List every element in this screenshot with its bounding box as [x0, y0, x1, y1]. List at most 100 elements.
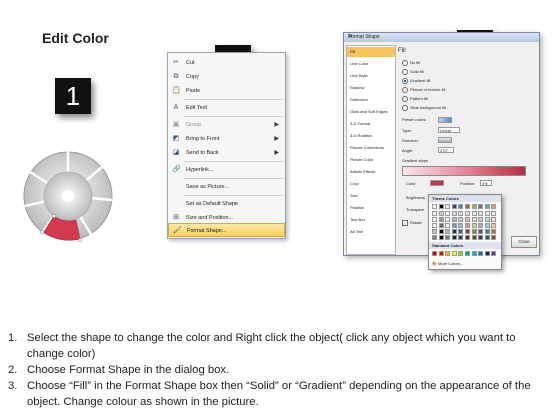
gradient-stops-bar[interactable]: [402, 166, 526, 176]
category-line-color[interactable]: Line Color: [347, 59, 395, 69]
color-swatch[interactable]: [465, 223, 470, 228]
color-swatch[interactable]: [432, 235, 437, 240]
color-swatch[interactable]: [471, 223, 477, 228]
type-dropdown[interactable]: Linear: [438, 127, 460, 133]
category-3d-format[interactable]: 3-D Format: [347, 119, 395, 129]
standard-color-swatch[interactable]: [471, 251, 477, 256]
color-dropdown[interactable]: [430, 180, 444, 186]
color-swatch[interactable]: [438, 211, 444, 216]
color-swatch[interactable]: [432, 217, 437, 222]
color-swatch[interactable]: [432, 229, 437, 234]
radio-no-fill[interactable]: No fill: [402, 60, 420, 66]
color-swatch[interactable]: [451, 211, 457, 216]
color-swatch[interactable]: [458, 211, 464, 216]
color-swatch[interactable]: [478, 217, 484, 222]
category-3d-rotation[interactable]: 3-D Rotation: [347, 131, 395, 141]
color-swatch[interactable]: [458, 235, 464, 240]
color-swatch[interactable]: [491, 217, 497, 222]
preset-colors-dropdown[interactable]: [438, 117, 452, 123]
standard-color-swatch[interactable]: [465, 251, 470, 256]
color-swatch[interactable]: [484, 229, 490, 234]
direction-dropdown[interactable]: [438, 137, 452, 143]
radio-slide-background-fill[interactable]: Slide background fill: [402, 105, 446, 111]
color-swatch[interactable]: [478, 235, 484, 240]
color-swatch[interactable]: [432, 223, 437, 228]
color-swatch[interactable]: [465, 204, 470, 209]
standard-color-swatch[interactable]: [445, 251, 451, 256]
color-swatch[interactable]: [451, 204, 457, 209]
color-swatch[interactable]: [432, 204, 437, 209]
color-swatch[interactable]: [438, 229, 444, 234]
radio-picture-fill[interactable]: Picture or texture fill: [402, 87, 445, 93]
color-swatch[interactable]: [465, 211, 470, 216]
more-colors-link[interactable]: 🎨 More Colors...: [432, 261, 463, 266]
category-picture-color[interactable]: Picture Color: [347, 155, 395, 165]
menu-item-format-shape[interactable]: 🖌 Format Shape...: [168, 223, 285, 237]
color-swatch[interactable]: [445, 204, 451, 209]
color-swatch[interactable]: [438, 217, 444, 222]
color-swatch[interactable]: [438, 235, 444, 240]
color-swatch[interactable]: [438, 204, 444, 209]
color-swatch[interactable]: [438, 223, 444, 228]
color-swatch[interactable]: [491, 235, 497, 240]
menu-item-edit-text[interactable]: A Edit Text: [168, 101, 285, 115]
category-picture-corrections[interactable]: Picture Corrections: [347, 143, 395, 153]
color-swatch[interactable]: [445, 229, 451, 234]
color-swatch[interactable]: [445, 217, 451, 222]
category-text-box[interactable]: Text Box: [347, 215, 395, 225]
color-swatch[interactable]: [465, 217, 470, 222]
color-swatch[interactable]: [491, 229, 497, 234]
color-swatch[interactable]: [451, 223, 457, 228]
menu-item-bring-to-front[interactable]: ◩ Bring to Front ▶: [168, 132, 285, 146]
menu-item-group[interactable]: ▣ Group ▶: [168, 118, 285, 132]
color-swatch[interactable]: [465, 229, 470, 234]
color-swatch[interactable]: [471, 204, 477, 209]
color-swatch[interactable]: [484, 217, 490, 222]
color-swatch[interactable]: [445, 235, 451, 240]
color-swatch[interactable]: [484, 235, 490, 240]
position-input[interactable]: 0%: [480, 180, 492, 186]
radio-pattern-fill[interactable]: Pattern fill: [402, 96, 428, 102]
category-glow[interactable]: Glow and Soft Edges: [347, 107, 395, 117]
rotate-checkbox[interactable]: ✓ Rotate: [402, 220, 422, 226]
close-button[interactable]: Close: [511, 236, 537, 248]
color-swatch[interactable]: [484, 204, 490, 209]
color-swatch[interactable]: [471, 235, 477, 240]
standard-color-swatch[interactable]: [451, 251, 457, 256]
menu-item-hyperlink[interactable]: 🔗 Hyperlink...: [168, 163, 285, 177]
segmented-circle-graphic[interactable]: [20, 148, 116, 248]
menu-item-paste[interactable]: 📋 Paste: [168, 84, 285, 98]
category-artistic-effects[interactable]: Artistic Effects: [347, 167, 395, 177]
menu-item-set-default-shape[interactable]: Set as Default Shape: [168, 197, 285, 211]
category-crop[interactable]: Crop: [347, 179, 395, 189]
category-fill[interactable]: Fill: [347, 47, 395, 57]
color-swatch[interactable]: [478, 211, 484, 216]
color-swatch[interactable]: [445, 223, 451, 228]
standard-color-swatch[interactable]: [491, 251, 497, 256]
close-icon[interactable]: ✕: [348, 33, 536, 42]
menu-item-copy[interactable]: ⧉ Copy: [168, 70, 285, 84]
color-swatch[interactable]: [491, 211, 497, 216]
color-swatch[interactable]: [458, 217, 464, 222]
color-swatch[interactable]: [451, 229, 457, 234]
category-alt-text[interactable]: Alt Text: [347, 227, 395, 237]
color-swatch[interactable]: [458, 229, 464, 234]
standard-color-swatch[interactable]: [484, 251, 490, 256]
menu-item-send-to-back[interactable]: ◪ Send to Back ▶: [168, 146, 285, 160]
angle-input[interactable]: 270°: [438, 147, 454, 153]
color-swatch[interactable]: [451, 217, 457, 222]
standard-color-swatch[interactable]: [478, 251, 484, 256]
color-swatch[interactable]: [458, 223, 464, 228]
radio-gradient-fill[interactable]: Gradient fill: [402, 78, 430, 84]
color-swatch[interactable]: [484, 211, 490, 216]
category-size[interactable]: Size: [347, 191, 395, 201]
radio-solid-fill[interactable]: Solid fill: [402, 69, 424, 75]
color-swatch[interactable]: [451, 235, 457, 240]
color-swatch[interactable]: [491, 204, 497, 209]
standard-color-swatch[interactable]: [438, 251, 444, 256]
color-swatch[interactable]: [484, 223, 490, 228]
menu-item-cut[interactable]: ✂ Cut: [168, 56, 285, 70]
color-swatch[interactable]: [478, 223, 484, 228]
standard-color-swatch[interactable]: [458, 251, 464, 256]
color-swatch[interactable]: [465, 235, 470, 240]
